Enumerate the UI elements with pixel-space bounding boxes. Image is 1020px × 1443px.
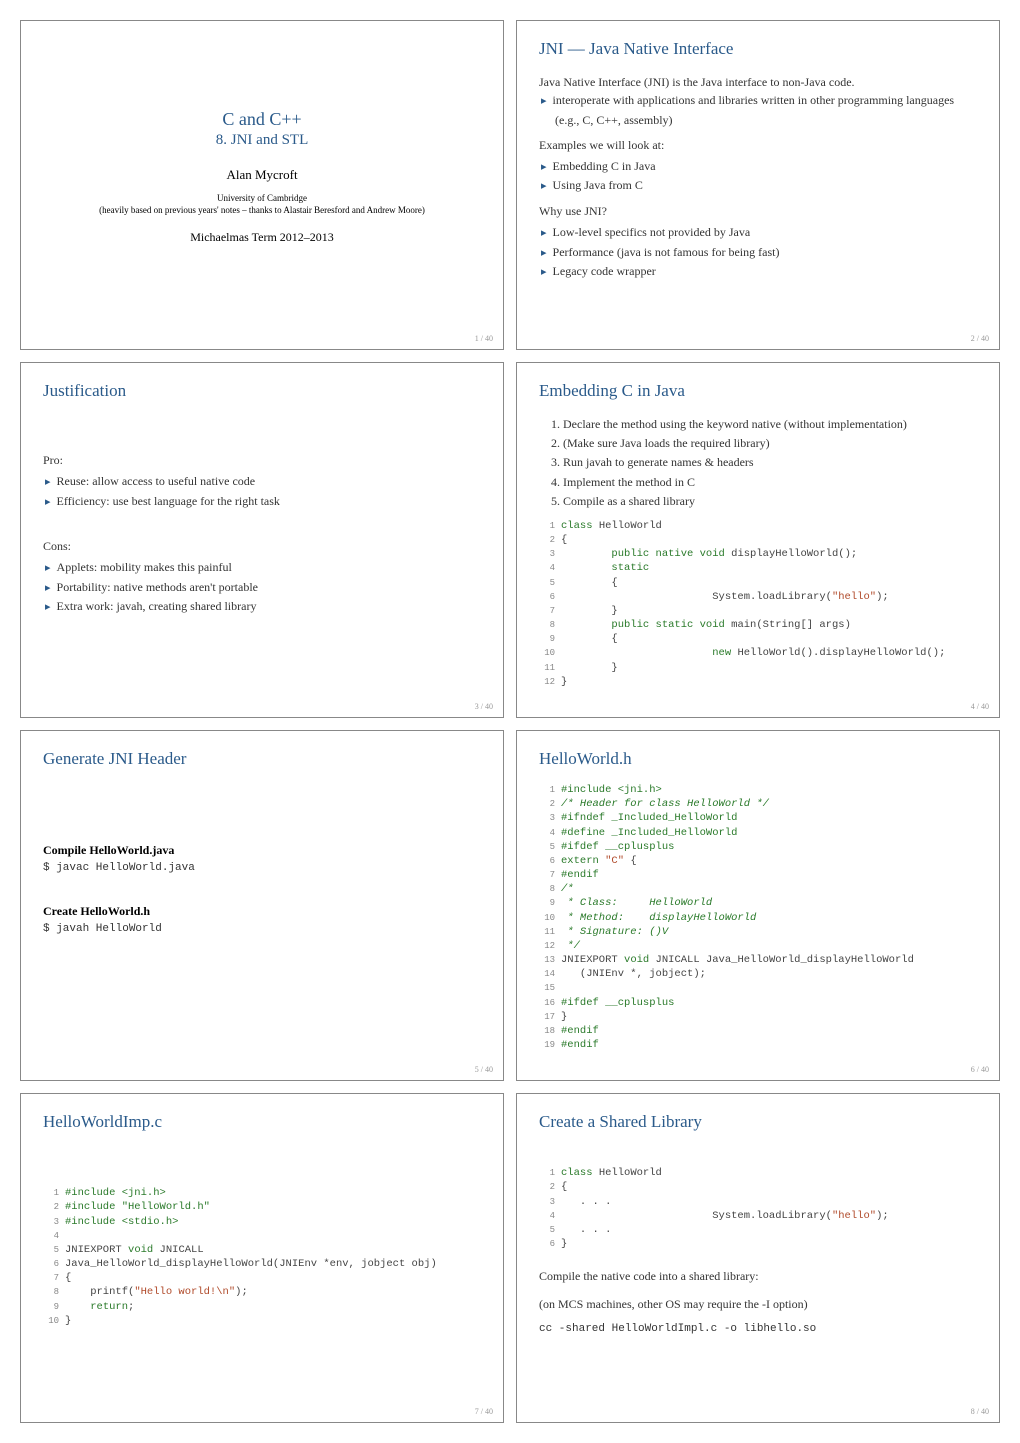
slide-title: Embedding C in Java [539,381,977,401]
code-block: 1#include <jni.h> 2/* Header for class H… [539,783,977,1052]
bullet: Legacy code wrapper [555,262,977,282]
step: Declare the method using the keyword nat… [563,415,977,434]
slide-6: HelloWorld.h 1#include <jni.h> 2/* Heade… [516,730,1000,1081]
pro-label: Pro: [43,453,481,468]
bullet: Using Java from C [555,176,977,196]
term: Michaelmas Term 2012–2013 [43,230,481,245]
bullet: Reuse: allow access to useful native cod… [59,472,481,492]
slide-title: JNI — Java Native Interface [539,39,977,59]
mcs-text: (on MCS machines, other OS may require t… [539,1295,977,1313]
page-number: 3 / 40 [475,702,493,711]
step: Implement the method in C [563,473,977,492]
code-block: 1#include <jni.h> 2#include "HelloWorld.… [43,1186,481,1328]
examples-list: Embedding C in Java Using Java from C [539,157,977,196]
slide-title: HelloWorld.h [539,749,977,769]
bullet: Embedding C in Java [555,157,977,177]
intro-text: Java Native Interface (JNI) is the Java … [539,73,977,91]
bullet: Efficiency: use best language for the ri… [59,492,481,512]
steps-list: Declare the method using the keyword nat… [539,415,977,511]
bullet: Low-level specifics not provided by Java [555,223,977,243]
slide-grid: C and C++ 8. JNI and STL Alan Mycroft Un… [20,20,1000,1423]
why-label: Why use JNI? [539,204,977,219]
cc-cmd: cc -shared HelloWorldImpl.c -o libhello.… [539,1323,977,1335]
step: Run javah to generate names & headers [563,453,977,472]
compile-heading: Compile HelloWorld.java [43,843,481,858]
cons-list: Applets: mobility makes this painful Por… [43,558,481,617]
pro-list: Reuse: allow access to useful native cod… [43,472,481,511]
author: Alan Mycroft [43,167,481,183]
slide-3: Justification Pro: Reuse: allow access t… [20,362,504,718]
slide-1: C and C++ 8. JNI and STL Alan Mycroft Un… [20,20,504,350]
affil-line1: University of Cambridge [43,193,481,205]
page-number: 6 / 40 [971,1065,989,1074]
affiliation: University of Cambridge (heavily based o… [43,193,481,216]
intro-bullets: interoperate with applications and libra… [539,91,977,130]
create-heading: Create HelloWorld.h [43,904,481,919]
code-block: 1class HelloWorld 2{ 3 public native voi… [539,519,977,689]
slide-title: Create a Shared Library [539,1112,977,1132]
slide-title: Justification [43,381,481,401]
bullet: interoperate with applications and libra… [555,91,977,130]
page-number: 2 / 40 [971,334,989,343]
page-number: 8 / 40 [971,1407,989,1416]
javac-cmd: $ javac HelloWorld.java [43,862,481,874]
slide-8: Create a Shared Library 1class HelloWorl… [516,1093,1000,1423]
bullet: Applets: mobility makes this painful [59,558,481,578]
bullet: Extra work: javah, creating shared libra… [59,597,481,617]
slide-2: JNI — Java Native Interface Java Native … [516,20,1000,350]
compile-text: Compile the native code into a shared li… [539,1267,977,1285]
cons-label: Cons: [43,539,481,554]
code-block: 1class HelloWorld 2{ 3 . . . 4 System.lo… [539,1166,977,1251]
slide-4: Embedding C in Java Declare the method u… [516,362,1000,718]
bullet: Performance (java is not famous for bein… [555,243,977,263]
title-sub: 8. JNI and STL [43,132,481,149]
slide-title: Generate JNI Header [43,749,481,769]
step: Compile as a shared library [563,492,977,511]
why-list: Low-level specifics not provided by Java… [539,223,977,282]
page-number: 1 / 40 [475,334,493,343]
step: (Make sure Java loads the required libra… [563,434,977,453]
page-number: 7 / 40 [475,1407,493,1416]
examples-label: Examples we will look at: [539,138,977,153]
slide-title: HelloWorldImp.c [43,1112,481,1132]
page-number: 4 / 40 [971,702,989,711]
bullet: Portability: native methods aren't porta… [59,578,481,598]
title-main: C and C++ [43,109,481,130]
page-number: 5 / 40 [475,1065,493,1074]
slide-5: Generate JNI Header Compile HelloWorld.j… [20,730,504,1081]
slide-7: HelloWorldImp.c 1#include <jni.h> 2#incl… [20,1093,504,1423]
affil-line2: (heavily based on previous years' notes … [43,205,481,217]
javah-cmd: $ javah HelloWorld [43,923,481,935]
